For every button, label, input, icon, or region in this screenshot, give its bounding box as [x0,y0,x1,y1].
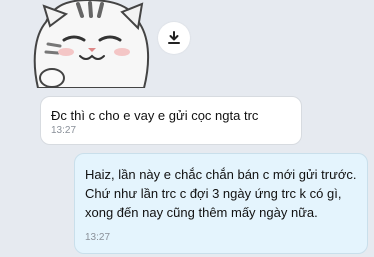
message-timestamp: 13:27 [51,125,77,136]
download-icon [168,31,180,44]
message-text: Đc thì c cho e vay e gửi cọc ngta trc [51,108,259,123]
incoming-message-bubble[interactable]: Đc thì c cho e vay e gửi cọc ngta trc 13… [40,96,302,145]
cat-sticker-icon [33,0,150,89]
message-timestamp: 13:27 [85,232,111,243]
outgoing-message-bubble[interactable]: Haiz, lần này e chắc chắn bán c mới gửi … [74,153,368,254]
message-text: Haiz, lần này e chắc chắn bán c mới gửi … [85,167,357,220]
download-button[interactable] [158,22,190,54]
cat-sticker[interactable] [26,0,166,89]
